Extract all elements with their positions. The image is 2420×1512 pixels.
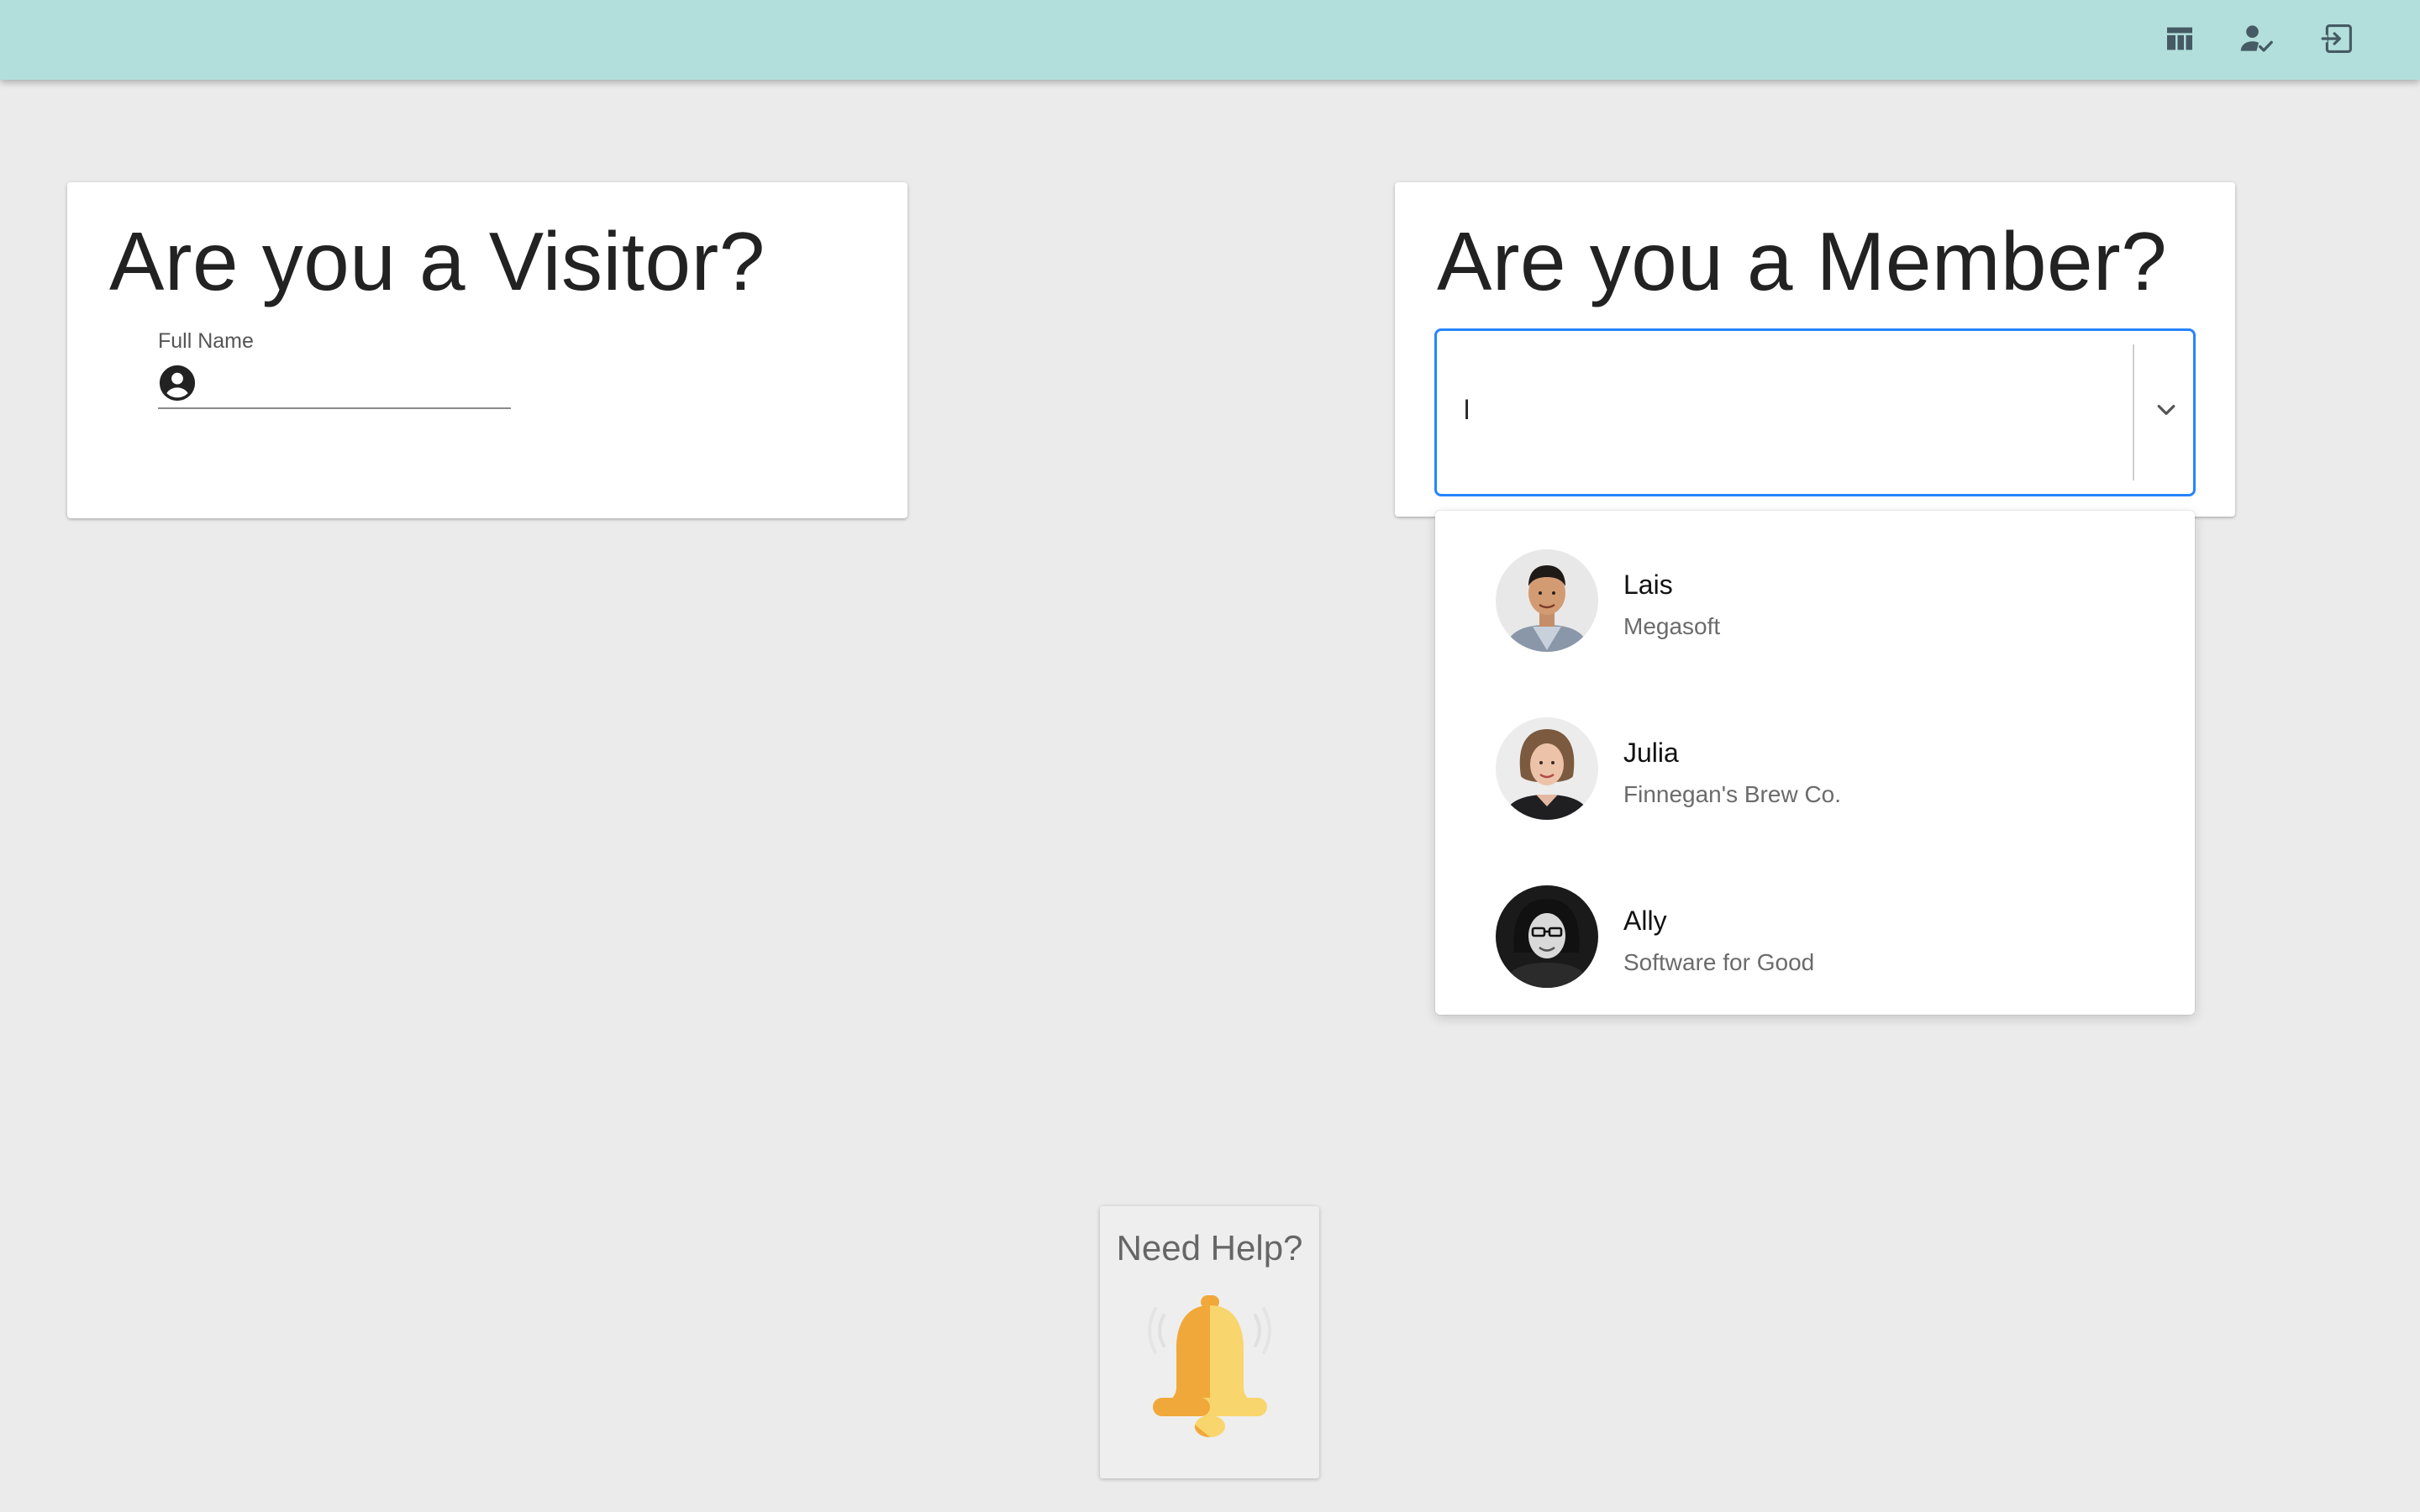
option-name: Lais	[1623, 570, 1673, 600]
member-select[interactable]: l	[1434, 328, 2196, 496]
dropdown-toggle[interactable]	[2144, 390, 2188, 433]
member-option-julia[interactable]: Julia Finnegan's Brew Co.	[1435, 702, 2195, 870]
visitor-card: Are you a Visitor? Full Name	[67, 182, 908, 518]
member-search-input[interactable]	[1462, 381, 2104, 444]
member-title: Are you a Member?	[1437, 215, 2168, 307]
select-divider	[2133, 344, 2134, 480]
option-company: Software for Good	[1623, 949, 1815, 975]
bell-icon	[1134, 1290, 1286, 1450]
member-option-ally[interactable]: Ally Software for Good	[1435, 870, 2195, 1038]
avatar	[1496, 717, 1598, 820]
account-circle-icon	[158, 364, 197, 402]
visitor-title: Are you a Visitor?	[109, 215, 765, 307]
top-app-bar	[0, 0, 2420, 80]
exit-icon	[2321, 21, 2356, 60]
need-help-button[interactable]: Need Help?	[1100, 1206, 1319, 1478]
avatar	[1496, 885, 1598, 988]
member-option-lais[interactable]: Lais Megasoft	[1435, 534, 2195, 702]
need-help-label: Need Help?	[1116, 1228, 1303, 1268]
chevron-down-icon	[2154, 397, 2179, 427]
check-in-button[interactable]	[2235, 18, 2279, 62]
option-company: Megasoft	[1623, 613, 1721, 639]
exit-button[interactable]	[2317, 18, 2360, 62]
person-check-icon	[2238, 20, 2275, 61]
option-name: Ally	[1623, 906, 1667, 936]
full-name-input[interactable]	[203, 360, 450, 404]
full-name-label: Full Name	[158, 329, 254, 353]
avatar	[1496, 549, 1598, 652]
option-name: Julia	[1623, 738, 1679, 768]
member-options-menu: Lais Megasoft Julia Finnegan's Brew Co.	[1435, 511, 2195, 1015]
full-name-underline	[158, 407, 511, 409]
option-company: Finnegan's Brew Co.	[1623, 781, 1842, 807]
dashboard-icon	[2163, 22, 2196, 60]
dashboard-button[interactable]	[2158, 18, 2202, 62]
